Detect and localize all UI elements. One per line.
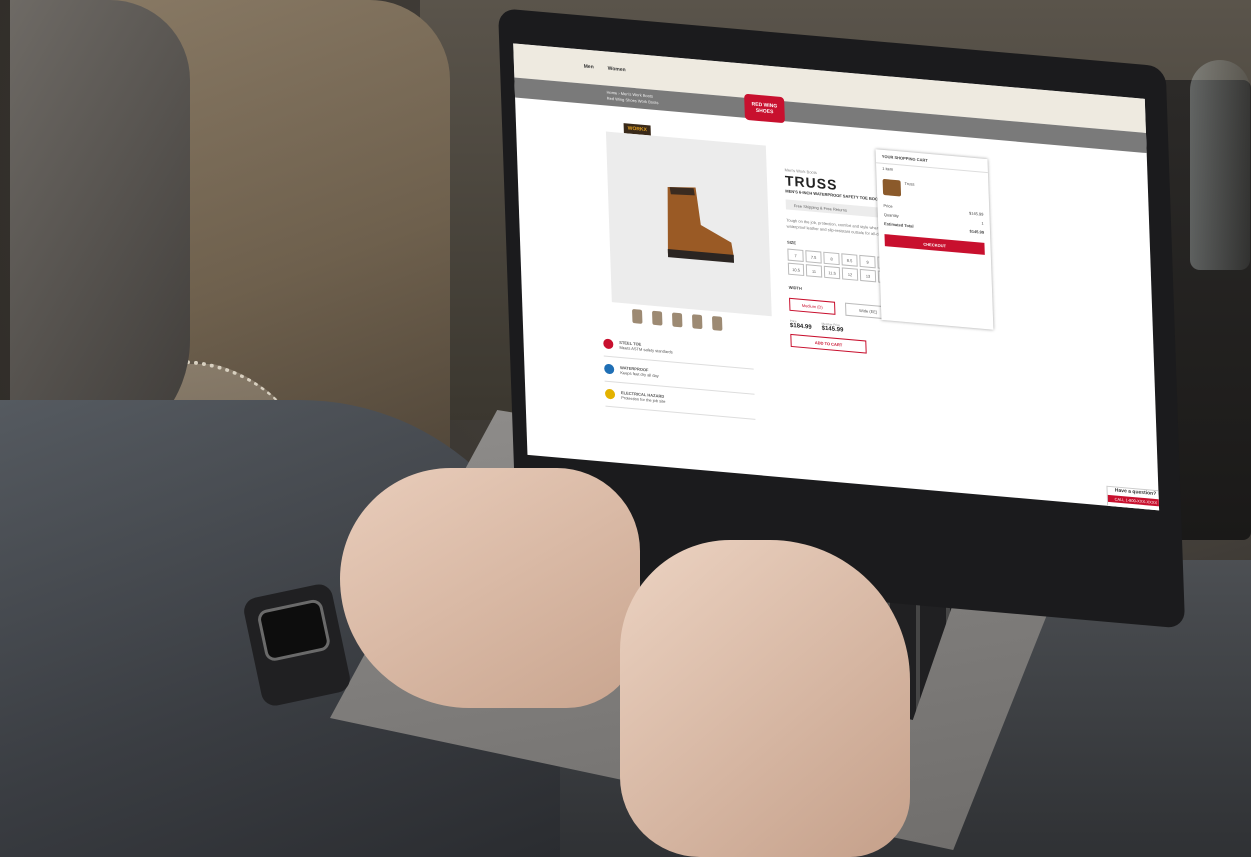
- size-option[interactable]: 12: [841, 267, 859, 281]
- cart-qty[interactable]: 1: [981, 221, 983, 226]
- size-option[interactable]: 7: [787, 248, 804, 263]
- right-hand: [620, 540, 910, 857]
- sale-price: $145.99: [821, 325, 844, 334]
- brand-logo[interactable]: RED WING SHOES: [744, 93, 785, 124]
- size-option[interactable]: 8.5: [841, 253, 858, 267]
- thumbnail-strip: [632, 308, 723, 331]
- nav-link-women[interactable]: Women: [608, 66, 626, 74]
- help-chat-widget[interactable]: Have a question? CALL 1-800-XXX-XXXX: [1106, 485, 1160, 511]
- thumbnail[interactable]: [651, 310, 663, 326]
- laptop-screen: Men Women Home › Men's Work Boots Red Wi…: [513, 43, 1160, 511]
- thumbnail[interactable]: [691, 314, 703, 330]
- cart-qty-label: Quantity: [883, 211, 899, 219]
- hazard-icon: [604, 388, 616, 400]
- watch-face: [256, 598, 332, 663]
- water-drop-icon: [604, 363, 615, 375]
- nav-link-men[interactable]: Men: [584, 64, 594, 71]
- cart-item-image: [882, 178, 902, 197]
- width-option-medium[interactable]: Medium (D): [789, 297, 836, 315]
- boot-image: [667, 187, 735, 263]
- add-to-cart-button[interactable]: ADD TO CART: [790, 333, 867, 354]
- size-option[interactable]: 10.5: [787, 262, 805, 277]
- product-gallery: [605, 131, 772, 317]
- safety-toe-icon: [603, 338, 614, 350]
- size-option[interactable]: 11: [805, 264, 823, 278]
- cart-item-name: Truss: [904, 180, 915, 187]
- glass-vase: [1190, 60, 1250, 270]
- cart-total: $145.99: [969, 228, 985, 235]
- person-head: [10, 0, 190, 460]
- thumbnail[interactable]: [711, 315, 723, 331]
- cart-total-label: Estimated Total: [884, 221, 914, 229]
- feature-list: STEEL TOE Meets ASTM safety standards WAT…: [602, 331, 756, 420]
- cart-price: $145.99: [968, 210, 984, 217]
- size-option[interactable]: 7.5: [805, 250, 822, 264]
- cart-price-label: Price: [883, 202, 893, 209]
- cart-dropdown: YOUR SHOPPING CART 1 item Truss Price $14…: [875, 149, 994, 330]
- breadcrumb: Home › Men's Work Boots Red Wing Shoes W…: [606, 90, 658, 107]
- checkout-button[interactable]: CHECKOUT: [884, 234, 985, 255]
- size-option[interactable]: 9: [859, 254, 876, 269]
- thumbnail[interactable]: [632, 308, 643, 324]
- cart-items-label: 1 item: [882, 165, 894, 172]
- photo-scene: Men Women Home › Men's Work Boots Red Wi…: [0, 0, 1251, 857]
- feature-text: Keeps feet dry all day: [620, 369, 659, 379]
- feature-text: Meets ASTM safety standards: [619, 344, 673, 355]
- size-option[interactable]: 13: [859, 268, 877, 283]
- size-option[interactable]: 8: [823, 251, 840, 266]
- regular-price: $184.99: [789, 322, 812, 331]
- size-option[interactable]: 11.5: [823, 265, 841, 280]
- thumbnail[interactable]: [671, 312, 683, 328]
- left-hand: [340, 468, 640, 708]
